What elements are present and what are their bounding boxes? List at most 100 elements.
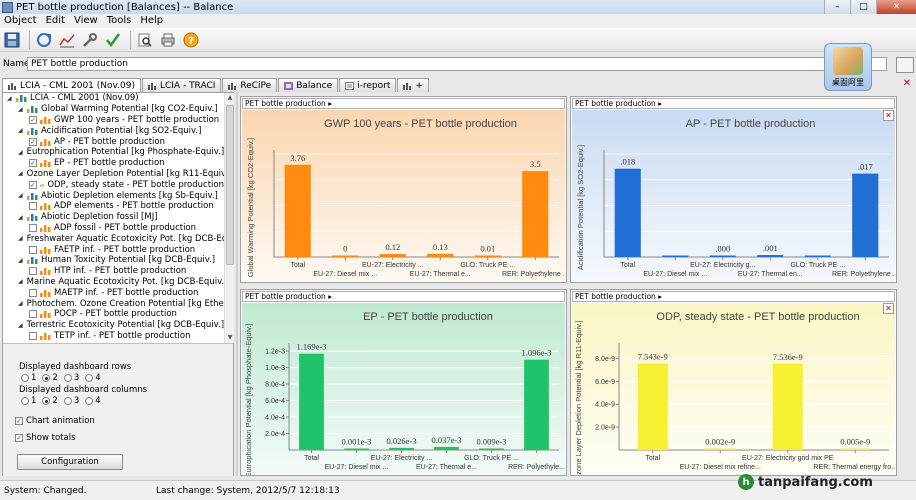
menu-edit[interactable]: Edit <box>42 14 70 28</box>
tree-checkbox[interactable] <box>29 331 37 340</box>
expand-arrow-icon[interactable]: ◢ <box>18 278 23 285</box>
configuration-button[interactable]: Configuration <box>17 454 123 470</box>
close-panel-icon[interactable]: ✕ <box>883 110 894 121</box>
tree-category[interactable]: ◢ Acidification Potential [kg SO2-Equiv.] <box>3 125 224 136</box>
inspect-icon[interactable] <box>135 30 155 50</box>
scroll-down-icon[interactable]: ▼ <box>225 333 235 343</box>
cols-radio-3[interactable]: 3 <box>63 396 79 406</box>
rows-radio-3[interactable]: 3 <box>63 373 79 383</box>
menu-view[interactable]: View <box>70 14 103 28</box>
expand-arrow-icon[interactable]: ◢ <box>18 235 23 242</box>
cols-radio-2[interactable]: 2 <box>42 396 58 406</box>
tree-checkbox[interactable]: ✓ <box>29 115 37 124</box>
close-window-button[interactable]: ✕ <box>876 0 916 14</box>
panel-header[interactable]: PET bottle production ▸ <box>242 98 565 109</box>
tab-recipe[interactable]: ReCiPe <box>222 78 278 92</box>
tree-item[interactable]: FAETP inf. - PET bottle production <box>3 244 224 255</box>
chart-icon[interactable] <box>57 30 77 50</box>
bar-chart-icon <box>40 203 51 211</box>
expand-arrow-icon[interactable]: ◢ <box>18 192 26 199</box>
tree-checkbox[interactable] <box>29 288 37 297</box>
tree-item[interactable]: HTP inf. - PET bottle production <box>3 266 224 277</box>
tab-lcia-cml[interactable]: LCIA - CML 2001 (Nov.09) <box>2 78 141 92</box>
tree-category[interactable]: ◢ Abiotic Depletion elements [kg Sb-Equiv… <box>3 190 224 201</box>
tree-category[interactable]: ◢ Human Toxicity Potential [kg DCB-Equiv.… <box>3 255 224 266</box>
maximize-button[interactable]: □ <box>850 0 876 14</box>
show-totals-checkbox[interactable]: ✓ Show totals <box>15 433 76 443</box>
expand-arrow-icon[interactable]: ◢ <box>7 95 15 102</box>
tree-checkbox[interactable] <box>29 245 37 254</box>
expand-arrow-icon[interactable]: ◢ <box>18 300 23 307</box>
tree-item[interactable]: TETP inf. - PET bottle production <box>3 331 224 342</box>
radio-dot <box>21 374 29 382</box>
tree-category[interactable]: ◢ Freshwater Aquatic Ecotoxicity Pot. [kg… <box>3 233 224 244</box>
tree-item[interactable]: ✓ GWP 100 years - PET bottle production <box>3 115 224 126</box>
tools-icon[interactable] <box>80 30 100 50</box>
tree-category[interactable]: ◢ Abiotic Depletion fossil [MJ] <box>3 212 224 223</box>
tree-checkbox[interactable] <box>29 310 37 319</box>
rows-radio-4[interactable]: 4 <box>85 373 101 383</box>
tree-category[interactable]: ◢ Eutrophication Potential [kg Phosphate-… <box>3 147 224 158</box>
data-label: 3.76 <box>290 153 305 163</box>
expand-arrow-icon[interactable]: ◢ <box>18 322 23 329</box>
close-panel-icon[interactable]: ✕ <box>883 303 894 314</box>
desktop-widget[interactable]: 桌面阿里 <box>824 43 872 91</box>
chart-animation-checkbox[interactable]: ✓ Chart animation <box>15 416 95 426</box>
cols-radio-1[interactable]: 1 <box>21 396 36 406</box>
side-button[interactable] <box>896 57 914 73</box>
name-input[interactable]: PET bottle production <box>27 57 887 71</box>
tab-i-report[interactable]: i-report <box>339 78 397 92</box>
tree-item[interactable]: ADP fossil - PET bottle production <box>3 223 224 234</box>
bar <box>662 255 689 257</box>
tab-lcia-traci[interactable]: LCIA - TRACI <box>141 78 222 92</box>
tab-add[interactable]: + <box>397 78 429 92</box>
tree-category[interactable]: ◢ Terrestric Ecotoxicity Potential [kg DC… <box>3 320 224 331</box>
tree-checkbox[interactable] <box>29 223 37 232</box>
help-icon[interactable]: ? <box>181 30 201 50</box>
tree-item[interactable]: ✓ ODP, steady state - PET bottle producti… <box>3 179 224 190</box>
splitter[interactable] <box>236 92 238 476</box>
panel-header[interactable]: PET bottle production ▸ <box>242 291 565 302</box>
rows-radio-1[interactable]: 1 <box>21 373 36 383</box>
tree-item[interactable]: ✓ AP - PET bottle production <box>3 136 224 147</box>
save-icon[interactable] <box>2 30 22 50</box>
check-icon[interactable] <box>103 30 123 50</box>
expand-arrow-icon[interactable]: ◢ <box>18 214 26 221</box>
tree-checkbox[interactable]: ✓ <box>29 180 37 189</box>
tree-category[interactable]: ◢ Ozone Layer Depletion Potential [kg R11… <box>3 169 224 180</box>
tree-item[interactable]: POCP - PET bottle production <box>3 309 224 320</box>
expand-arrow-icon[interactable]: ◢ <box>18 149 23 156</box>
close-tab-icon[interactable]: ✕ <box>900 78 914 92</box>
tree-item[interactable]: ADP elements - PET bottle production <box>3 201 224 212</box>
panel-header[interactable]: PET bottle production ▸ <box>572 98 895 109</box>
menu-help[interactable]: Help <box>136 14 168 28</box>
minimize-button[interactable]: – <box>824 0 850 14</box>
tab-balance[interactable]: Balance <box>278 78 339 92</box>
x-tick-label: RER: Thermal energy fro... <box>813 464 895 471</box>
tree-item[interactable]: ✓ EP - PET bottle production <box>3 158 224 169</box>
bar <box>434 446 459 450</box>
tree-category[interactable]: ◢ Photochem. Ozone Creation Potential [kg… <box>3 298 224 309</box>
expand-arrow-icon[interactable]: ◢ <box>18 170 23 177</box>
tree-category[interactable]: ◢ Marine Aquatic Ecotoxicity Pot. [kg DCB… <box>3 277 224 288</box>
rows-radio-2[interactable]: 2 <box>42 373 58 383</box>
scroll-up-icon[interactable]: ▲ <box>225 93 235 103</box>
expand-arrow-icon[interactable]: ◢ <box>18 106 26 113</box>
tree-checkbox[interactable]: ✓ <box>29 159 37 168</box>
refresh-icon[interactable] <box>34 30 54 50</box>
menu-object[interactable]: Object <box>0 14 42 28</box>
tree-root[interactable]: ◢ LCIA - CML 2001 (Nov.09) <box>3 93 224 104</box>
tree-checkbox[interactable] <box>29 202 37 211</box>
expand-arrow-icon[interactable]: ◢ <box>18 127 26 134</box>
print-icon[interactable] <box>158 30 178 50</box>
cols-radio-4[interactable]: 4 <box>85 396 101 406</box>
tree-scrollbar[interactable]: ▲ ▼ <box>224 93 234 343</box>
menu-tools[interactable]: Tools <box>103 14 137 28</box>
tree-item[interactable]: MAETP inf. - PET bottle production <box>3 287 224 298</box>
panel-header[interactable]: PET bottle production ▸ <box>572 291 895 302</box>
scroll-thumb[interactable] <box>226 105 234 265</box>
tree-checkbox[interactable] <box>29 267 37 276</box>
tree-checkbox[interactable]: ✓ <box>29 137 37 146</box>
expand-arrow-icon[interactable]: ◢ <box>18 257 26 264</box>
tree-category[interactable]: ◢ Global Warming Potential [kg CO2-Equiv.… <box>3 104 224 115</box>
